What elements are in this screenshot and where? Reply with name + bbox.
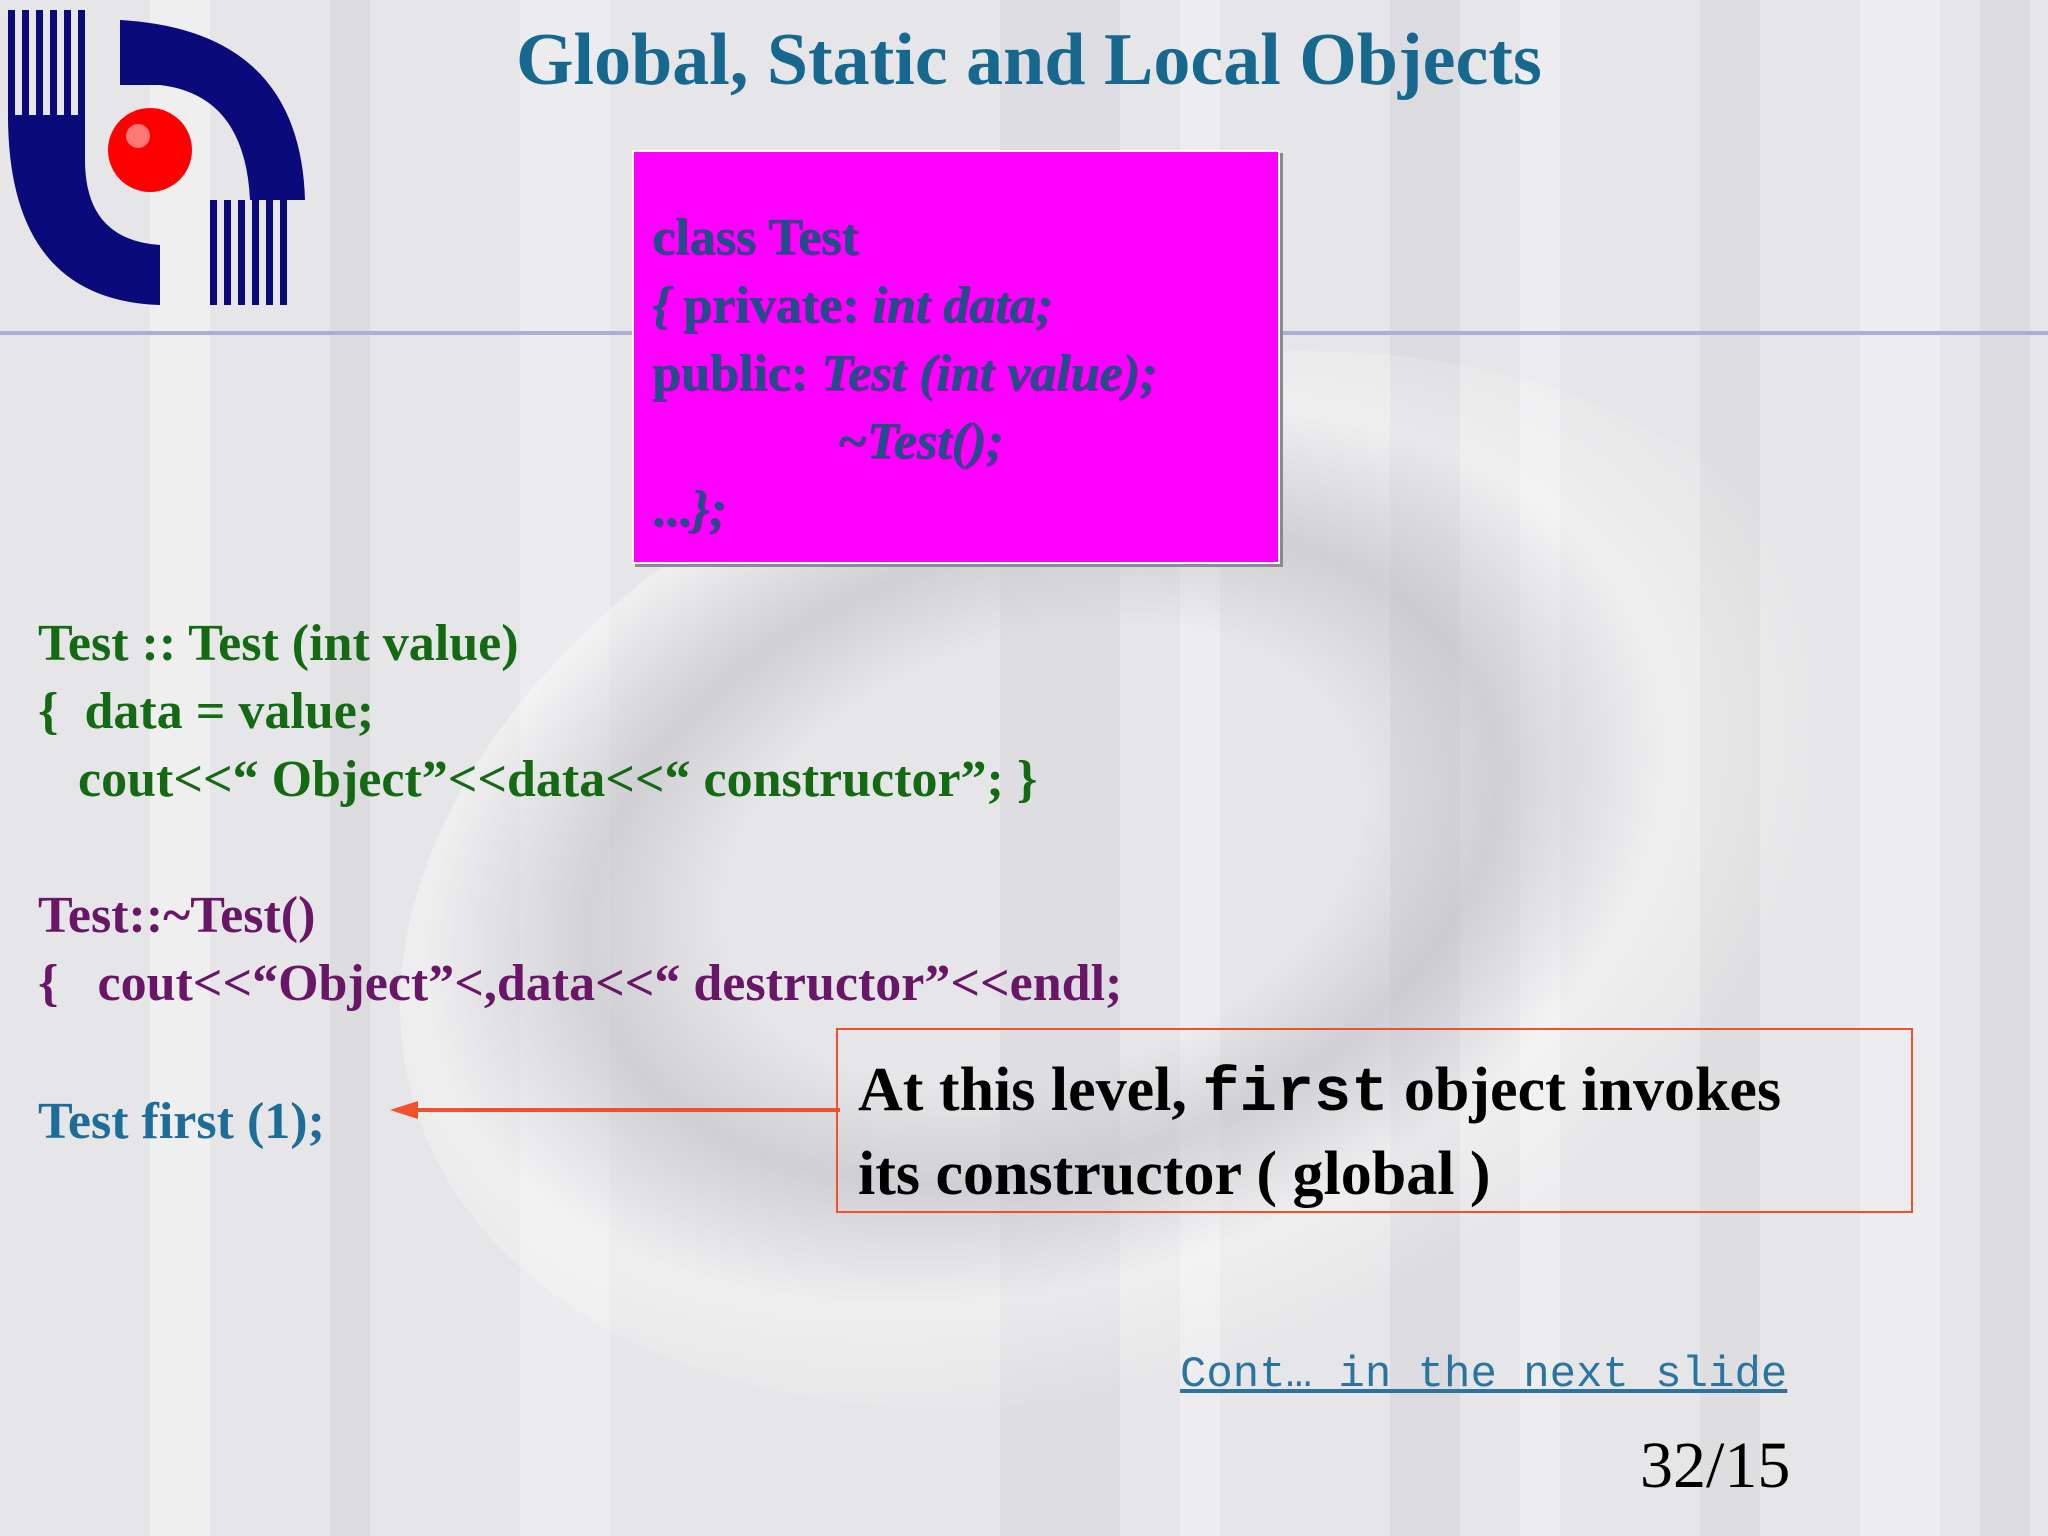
explanation-callout: At this level, first object invokes its … — [836, 1028, 1913, 1213]
callout-line-1: At this level, first object invokes — [858, 1056, 1782, 1129]
pointer-arrow — [390, 1101, 840, 1119]
class-definition-box: class Test { private: int data; public: … — [632, 150, 1280, 564]
constructor-line-1: Test :: Test (int value) — [38, 615, 519, 672]
callout-line-2: its constructor ( global ) — [858, 1140, 1491, 1208]
slide-title: Global, Static and Local Objects — [516, 19, 1542, 101]
constructor-line-3: cout<<“ Object”<<data<<“ constructor”; } — [52, 751, 1038, 808]
class-line-2: { private: int data; — [652, 277, 1053, 334]
class-line-4: ~Test(); — [837, 413, 1004, 470]
continue-link[interactable]: Cont… in the next slide — [1180, 1350, 1787, 1400]
constructor-line-2: { data = value; — [38, 683, 375, 740]
page-number: 32/15 — [1640, 1429, 1791, 1502]
class-line-5: ...}; — [652, 481, 727, 538]
destructor-line-1: Test::~Test() — [38, 887, 316, 944]
university-logo — [8, 10, 305, 305]
destructor-line-2: { cout<<“Object”<,data<<“ destructor”<<e… — [38, 955, 1123, 1012]
object-declaration: Test first (1); — [38, 1093, 325, 1150]
class-line-3: public: Test (int value); — [652, 345, 1158, 402]
class-line-1: class Test — [652, 209, 859, 266]
